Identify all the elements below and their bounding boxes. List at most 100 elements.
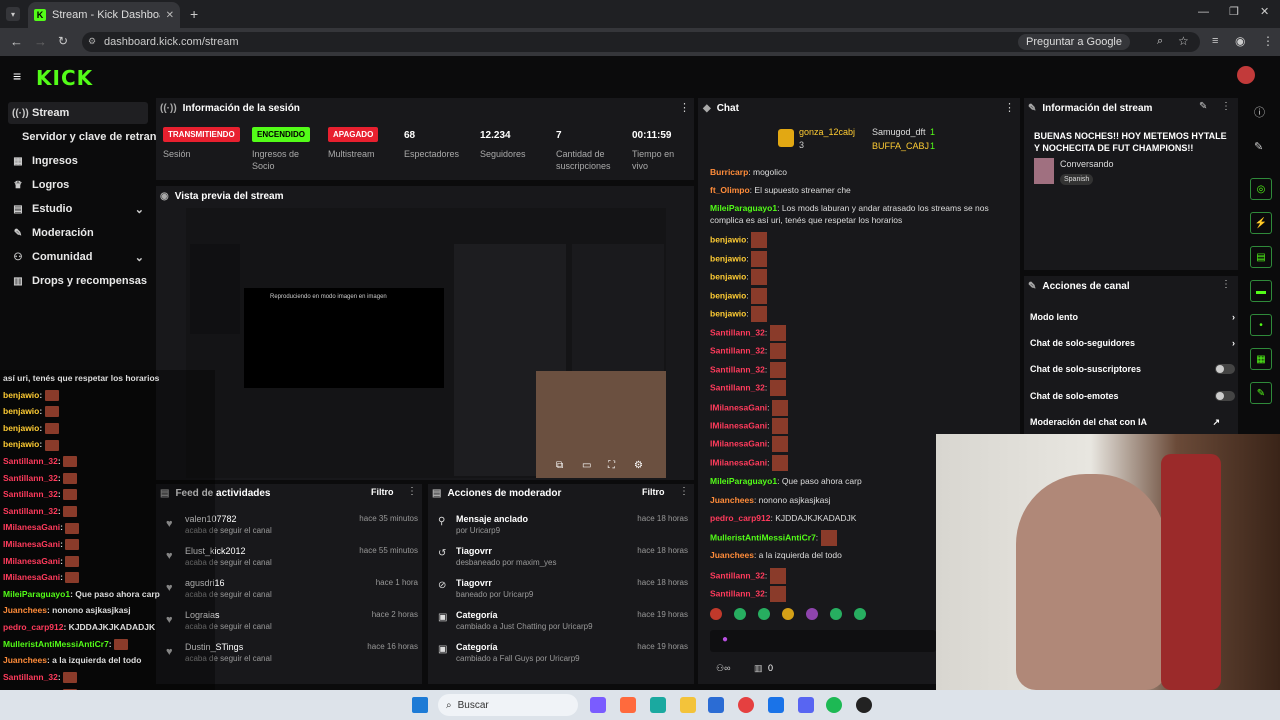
windows-start-icon[interactable] — [412, 697, 428, 713]
close-tab-icon[interactable]: ✕ — [166, 10, 174, 21]
chat-username[interactable]: MileiParaguayo1 — [710, 203, 777, 213]
back-icon[interactable]: ← — [10, 34, 23, 49]
sidebar-item-stream[interactable]: ((·)) Stream — [8, 102, 148, 124]
wrench-button[interactable]: ✎ — [1250, 382, 1272, 404]
chat-username[interactable]: Santillann_32 — [710, 570, 765, 580]
reload-icon[interactable]: ↻ — [58, 34, 68, 48]
sidebar-item-estudio[interactable]: ▤ Estudio ⌄ — [8, 198, 148, 220]
sidebar-item-moderacion[interactable]: ✎ Moderación — [8, 222, 148, 244]
tab-list-icon[interactable]: ▾ — [6, 7, 20, 21]
chat-username[interactable]: IMilanesaGani — [710, 420, 767, 430]
chat-username[interactable]: IMilanesaGani — [710, 438, 767, 448]
folder-icon[interactable] — [680, 697, 696, 713]
broadcast-button[interactable]: • — [1250, 314, 1272, 336]
followers-only-row[interactable]: Chat de solo-seguidores › — [1030, 332, 1235, 354]
sidebar-item-logros[interactable]: ♛ Logros — [8, 174, 148, 196]
copilot-icon[interactable] — [590, 697, 606, 713]
store-icon[interactable] — [708, 697, 724, 713]
chat-button[interactable]: ▬ — [1250, 280, 1272, 302]
panel-menu-icon[interactable]: ⋮ — [679, 101, 690, 114]
chat-input[interactable] — [710, 630, 936, 652]
browser-tab[interactable]: K Stream - Kick Dashboard ✕ — [28, 2, 180, 28]
info-icon[interactable]: ⓘ — [1254, 104, 1265, 120]
ai-moderation-row[interactable]: Moderación del chat con IA ↗ — [1030, 411, 1220, 433]
chat-username[interactable]: benjawio — [710, 271, 746, 281]
chat-username[interactable]: Santillann_32 — [710, 588, 765, 598]
mail-icon[interactable] — [768, 697, 784, 713]
close-window-icon[interactable]: ✕ — [1260, 5, 1269, 18]
chat-username[interactable]: Santillann_32 — [710, 327, 765, 337]
emote-icon[interactable] — [758, 608, 770, 620]
channel-actions-menu-icon[interactable]: ⋮ — [1221, 279, 1231, 290]
bookmark-star-icon[interactable]: ☆ — [1178, 34, 1189, 48]
taskbar-search[interactable]: ⌕ Buscar — [438, 694, 578, 716]
discord-icon[interactable] — [798, 697, 814, 713]
chat-menu-icon[interactable]: ⋮ — [1004, 101, 1015, 114]
zoom-icon[interactable]: ⌕ — [1157, 35, 1163, 48]
emote-icon[interactable] — [806, 608, 818, 620]
sidebar-item-server-key[interactable]: Servidor y clave de retransm — [18, 126, 158, 148]
settings-icon[interactable]: ⚙ — [634, 460, 643, 471]
pip-icon[interactable]: ⧉ — [556, 460, 563, 471]
chat-username[interactable]: ft_Olimpo — [710, 185, 750, 195]
chat-username[interactable]: MulleristAntiMessiAntiCr7 — [710, 532, 816, 542]
chat-username[interactable]: benjawio — [710, 290, 746, 300]
fullscreen-icon[interactable]: ⛶ — [608, 460, 615, 471]
profile-icon[interactable]: ◉ — [1235, 34, 1245, 48]
site-info-icon[interactable]: ⚙ — [88, 36, 96, 47]
app-icon[interactable] — [620, 697, 636, 713]
chat-username[interactable]: Juanchees — [710, 495, 754, 505]
sidebar-item-drops[interactable]: ▥ Drops y recompensas — [8, 270, 148, 292]
chat-username[interactable]: Santillann_32 — [710, 364, 765, 374]
chat-username[interactable]: Santillann_32 — [710, 345, 765, 355]
maximize-icon[interactable]: ❐ — [1229, 5, 1239, 18]
emote-icon[interactable] — [830, 608, 842, 620]
lightning-button[interactable]: ⚡ — [1250, 212, 1272, 234]
stream-info-menu-icon[interactable]: ⋮ — [1221, 101, 1231, 112]
ask-google-button[interactable]: Preguntar a Google — [1017, 34, 1130, 50]
gift-icon[interactable]: ▥ — [754, 663, 763, 674]
reading-list-icon[interactable]: ≡ — [1212, 35, 1218, 47]
kick-logo[interactable]: KICK — [36, 66, 93, 90]
feed-filter-button[interactable]: Filtro — [371, 487, 394, 497]
edit-stream-icon[interactable]: ✎ — [1199, 101, 1207, 112]
chat-username[interactable]: Juanchees — [710, 550, 754, 560]
chat-username[interactable]: Burricarp — [710, 167, 748, 177]
obs-icon[interactable] — [856, 697, 872, 713]
mod-filter-button[interactable]: Filtro — [642, 487, 665, 497]
new-tab-icon[interactable]: + — [190, 6, 198, 22]
chat-username[interactable]: IMilanesaGani — [710, 402, 767, 412]
user-avatar[interactable] — [1237, 66, 1255, 84]
emote-icon[interactable] — [854, 608, 866, 620]
chat-username[interactable]: benjawio — [710, 253, 746, 263]
emote-icon[interactable] — [782, 608, 794, 620]
chat-username[interactable]: pedro_carp912 — [710, 513, 770, 523]
slow-mode-row[interactable]: Modo lento › — [1030, 306, 1235, 328]
emote-icon[interactable] — [734, 608, 746, 620]
chat-username[interactable]: benjawio — [710, 234, 746, 244]
chat-username[interactable]: IMilanesaGani — [710, 457, 767, 467]
emote-icon[interactable] — [710, 608, 722, 620]
feed-menu-icon[interactable]: ⋮ — [407, 486, 417, 497]
mod-menu-icon[interactable]: ⋮ — [679, 486, 689, 497]
emotes-only-toggle[interactable] — [1215, 391, 1235, 401]
chat-username[interactable]: MileiParaguayo1 — [710, 476, 777, 486]
theater-icon[interactable]: ▭ — [582, 460, 591, 471]
chat-username[interactable]: Santillann_32 — [710, 382, 765, 392]
stream-preview-video[interactable]: Reproduciendo en modo imagen en imagen ⧉… — [186, 208, 666, 478]
hamburger-menu-icon[interactable]: ≡ — [13, 68, 21, 84]
chat-username[interactable]: benjawio — [710, 308, 746, 318]
forward-icon[interactable]: → — [34, 34, 47, 49]
archive-button[interactable]: ▦ — [1250, 348, 1272, 370]
sidebar-item-ingresos[interactable]: ▦ Ingresos — [8, 150, 148, 172]
pencil-icon[interactable]: ✎ — [1254, 140, 1263, 153]
subscribers-only-toggle[interactable] — [1215, 364, 1235, 374]
edge-icon[interactable] — [650, 697, 666, 713]
browser-menu-icon[interactable]: ⋮ — [1262, 34, 1274, 48]
minimize-icon[interactable]: — — [1198, 6, 1209, 18]
document-button[interactable]: ▤ — [1250, 246, 1272, 268]
users-infinity-icon[interactable]: ⚇∞ — [716, 663, 730, 674]
sidebar-item-comunidad[interactable]: ⚇ Comunidad ⌄ — [8, 246, 148, 268]
target-button[interactable]: ◎ — [1250, 178, 1272, 200]
chrome-icon[interactable] — [738, 697, 754, 713]
